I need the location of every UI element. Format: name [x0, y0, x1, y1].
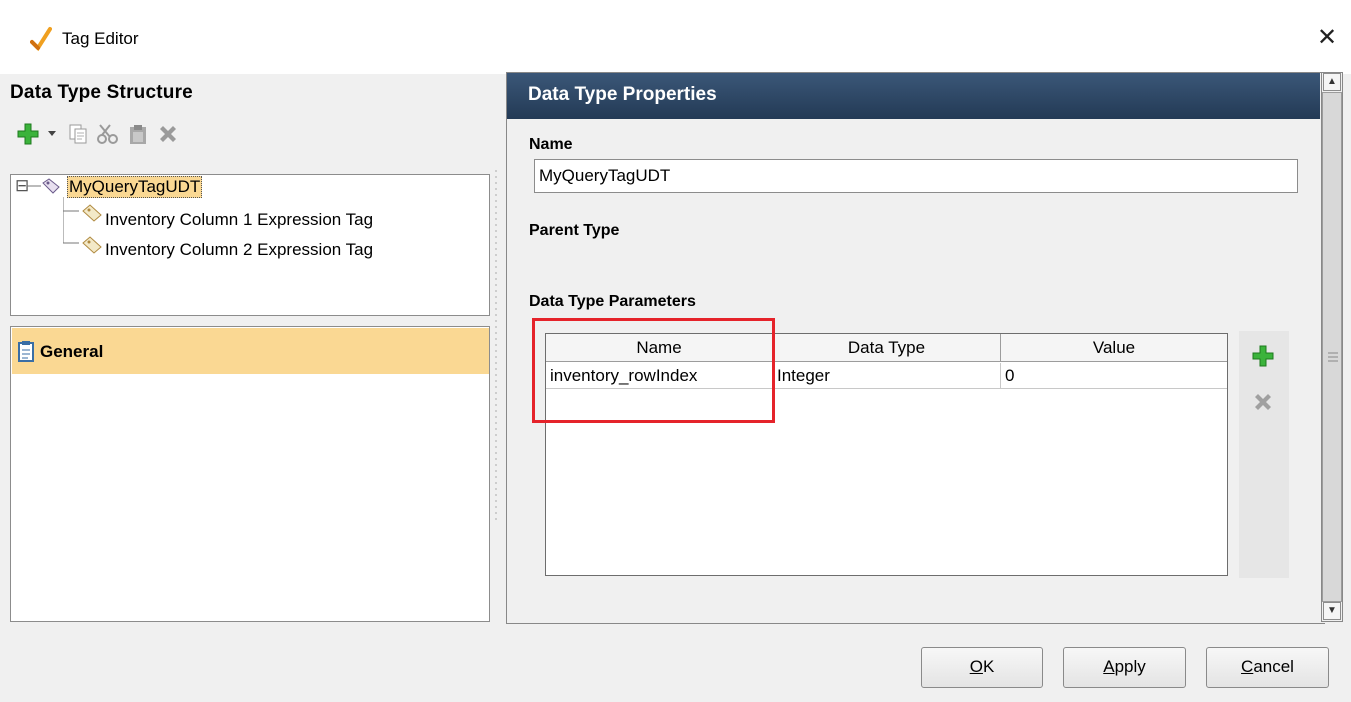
scrollbar-thumb[interactable]	[1322, 92, 1342, 602]
tag-editor-app-icon	[30, 26, 52, 52]
apply-button[interactable]: Apply	[1063, 647, 1186, 688]
name-label: Name	[529, 136, 573, 153]
title-bar	[0, 0, 1351, 74]
window-title: Tag Editor	[62, 29, 139, 48]
cancel-button[interactable]: Cancel	[1206, 647, 1329, 688]
name-field[interactable]	[534, 159, 1298, 193]
category-list: General	[10, 326, 490, 622]
column-header-value[interactable]: Value	[1001, 334, 1227, 362]
cut-icon[interactable]	[94, 120, 122, 148]
parameters-label: Data Type Parameters	[529, 293, 696, 310]
copy-icon[interactable]	[64, 120, 92, 148]
parent-type-label: Parent Type	[529, 222, 620, 239]
tree-item-child[interactable]: Inventory Column 1 Expression Tag	[105, 210, 373, 230]
properties-header-title: Data Type Properties	[528, 84, 717, 105]
expression-tag-icon	[81, 235, 103, 260]
scroll-up-icon[interactable]: ▲	[1323, 73, 1341, 91]
vertical-splitter[interactable]	[492, 70, 500, 630]
close-button[interactable]: ✕	[1312, 24, 1342, 54]
expression-tag-icon	[81, 203, 103, 228]
add-icon[interactable]	[14, 120, 42, 148]
delete-icon[interactable]	[154, 120, 182, 148]
remove-parameter-icon[interactable]	[1252, 391, 1274, 418]
ok-button[interactable]: OK	[921, 647, 1043, 688]
highlight-annotation	[532, 318, 775, 423]
table-cell-data-type[interactable]: Integer	[773, 363, 1001, 389]
category-general-label: General	[40, 342, 104, 361]
table-cell-value[interactable]: 0	[1001, 363, 1227, 389]
parameter-actions	[1239, 331, 1289, 578]
udt-definition-icon	[41, 177, 61, 200]
scroll-down-icon[interactable]: ▼	[1323, 602, 1341, 620]
dropdown-arrow-icon[interactable]	[44, 120, 60, 148]
horizontal-splitter[interactable]	[10, 318, 490, 329]
data-type-structure-title: Data Type Structure	[10, 82, 193, 103]
add-parameter-icon[interactable]	[1251, 344, 1275, 373]
tree-item-child[interactable]: Inventory Column 2 Expression Tag	[105, 240, 373, 260]
column-header-data-type[interactable]: Data Type	[773, 334, 1001, 362]
tree-item-root[interactable]: MyQueryTagUDT	[67, 176, 203, 198]
paste-icon[interactable]	[124, 120, 152, 148]
general-properties-icon	[18, 340, 34, 367]
category-general[interactable]: General	[12, 328, 489, 374]
structure-tree[interactable]: ⊟ MyQueryTagUDT Inventory Column 1 Expre…	[10, 174, 490, 316]
